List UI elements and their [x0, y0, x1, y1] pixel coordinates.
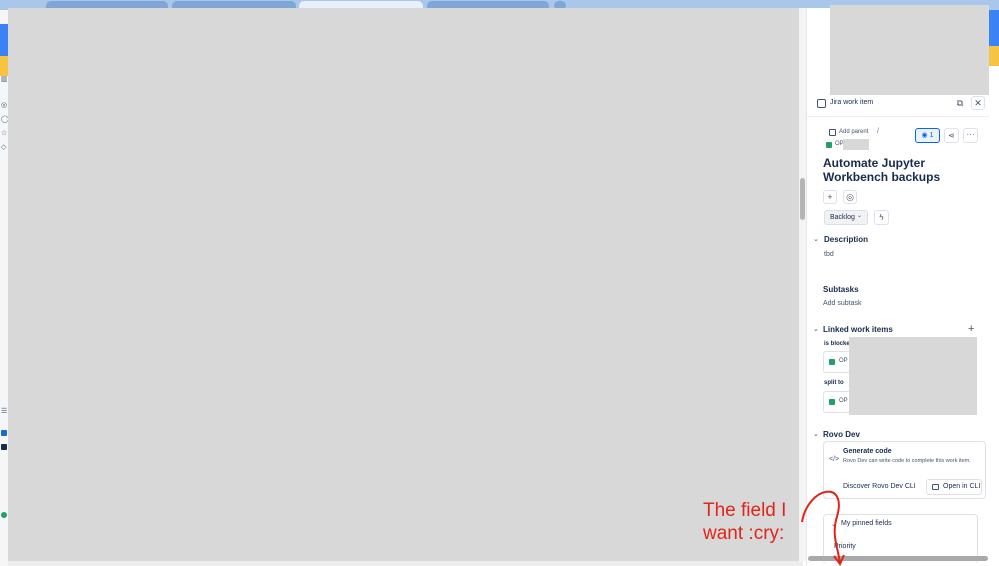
chevron-down-icon[interactable]: ⌄: [813, 430, 819, 438]
description-heading: Description: [824, 235, 869, 244]
generate-code-title: Generate code: [843, 448, 892, 455]
chevron-down-icon: ⌄: [857, 213, 863, 219]
sidebar-icon[interactable]: ◇: [1, 144, 6, 152]
banner-edge: [0, 56, 8, 76]
open-external-icon[interactable]: ⧉: [955, 98, 965, 108]
terminal-icon: [932, 484, 939, 490]
discover-rovo-cli-link[interactable]: Discover Rovo Dev CLI: [843, 483, 916, 490]
redacted-key: [843, 139, 869, 150]
issue-type-icon: [826, 142, 832, 148]
sidebar-icon[interactable]: ▥: [1, 76, 8, 84]
linked-item-key: OP: [839, 398, 848, 404]
panel-header-title: Jira work item: [830, 99, 874, 106]
add-parent-button[interactable]: Add parent: [839, 129, 868, 135]
watch-button[interactable]: ◉ 1: [915, 128, 940, 143]
open-in-cli-label: Open in CLI: [943, 483, 981, 490]
open-in-cli-button[interactable]: Open in CLI: [926, 479, 982, 495]
banner-edge: [989, 46, 999, 66]
close-icon[interactable]: ✕: [971, 96, 985, 110]
annotation-arrow-icon: [801, 490, 845, 566]
rovo-dev-heading: Rovo Dev: [823, 430, 860, 439]
eye-icon: ◉: [921, 132, 928, 139]
toolbar-edge: [0, 24, 8, 56]
left-sidebar-edge: ▥ ◎ ◯ ☆ ◇ ☰: [0, 10, 9, 566]
redacted-linked-items: [849, 337, 977, 415]
main-scrollbar[interactable]: [799, 8, 806, 561]
linked-items-heading: Linked work items: [823, 325, 893, 334]
app-icon[interactable]: [1, 430, 7, 436]
sidebar-icon[interactable]: ☆: [1, 130, 7, 138]
app-icon[interactable]: [1, 444, 7, 450]
issue-type-icon: [829, 359, 835, 365]
issue-type-icon: [829, 399, 835, 405]
redacted-panel-top: [830, 5, 989, 95]
linked-item-key: OP: [839, 358, 848, 364]
lightning-icon[interactable]: ϟ: [874, 210, 889, 225]
share-icon[interactable]: ⋖: [944, 128, 959, 143]
plus-icon[interactable]: +: [968, 324, 974, 335]
header-divider: [806, 116, 989, 117]
linked-item-row[interactable]: OP: [823, 351, 851, 373]
chevron-down-icon[interactable]: ⌄: [813, 325, 819, 333]
apps-icon[interactable]: ◎: [843, 190, 857, 204]
app-icon[interactable]: [1, 512, 7, 518]
code-icon: </>: [829, 456, 840, 463]
more-icon[interactable]: ···: [963, 128, 978, 143]
redacted-main-content: [8, 8, 799, 561]
toolbar-edge: [989, 10, 999, 46]
linked-item-row[interactable]: OP: [823, 391, 851, 413]
sidebar-icon[interactable]: ◎: [1, 102, 7, 110]
relation-label: split to: [824, 380, 844, 386]
breadcrumb-separator: /: [877, 128, 879, 135]
jira-work-item-icon: [817, 99, 826, 108]
sidebar-icon[interactable]: ☰: [1, 408, 7, 416]
plus-icon[interactable]: +: [823, 190, 837, 204]
generate-code-description: Rovo Dev can write code to complete this…: [843, 458, 971, 464]
work-item-title[interactable]: Automate Jupyter Workbench backups: [823, 156, 963, 184]
subtasks-heading: Subtasks: [823, 285, 859, 294]
description-text[interactable]: tbd: [824, 251, 834, 258]
add-subtask-button[interactable]: Add subtask: [823, 300, 862, 307]
watchers-count: 1: [929, 132, 934, 139]
main-scrollbar-thumb[interactable]: [800, 178, 805, 220]
edit-icon: [829, 129, 836, 136]
chevron-down-icon[interactable]: ⌄: [813, 235, 819, 243]
